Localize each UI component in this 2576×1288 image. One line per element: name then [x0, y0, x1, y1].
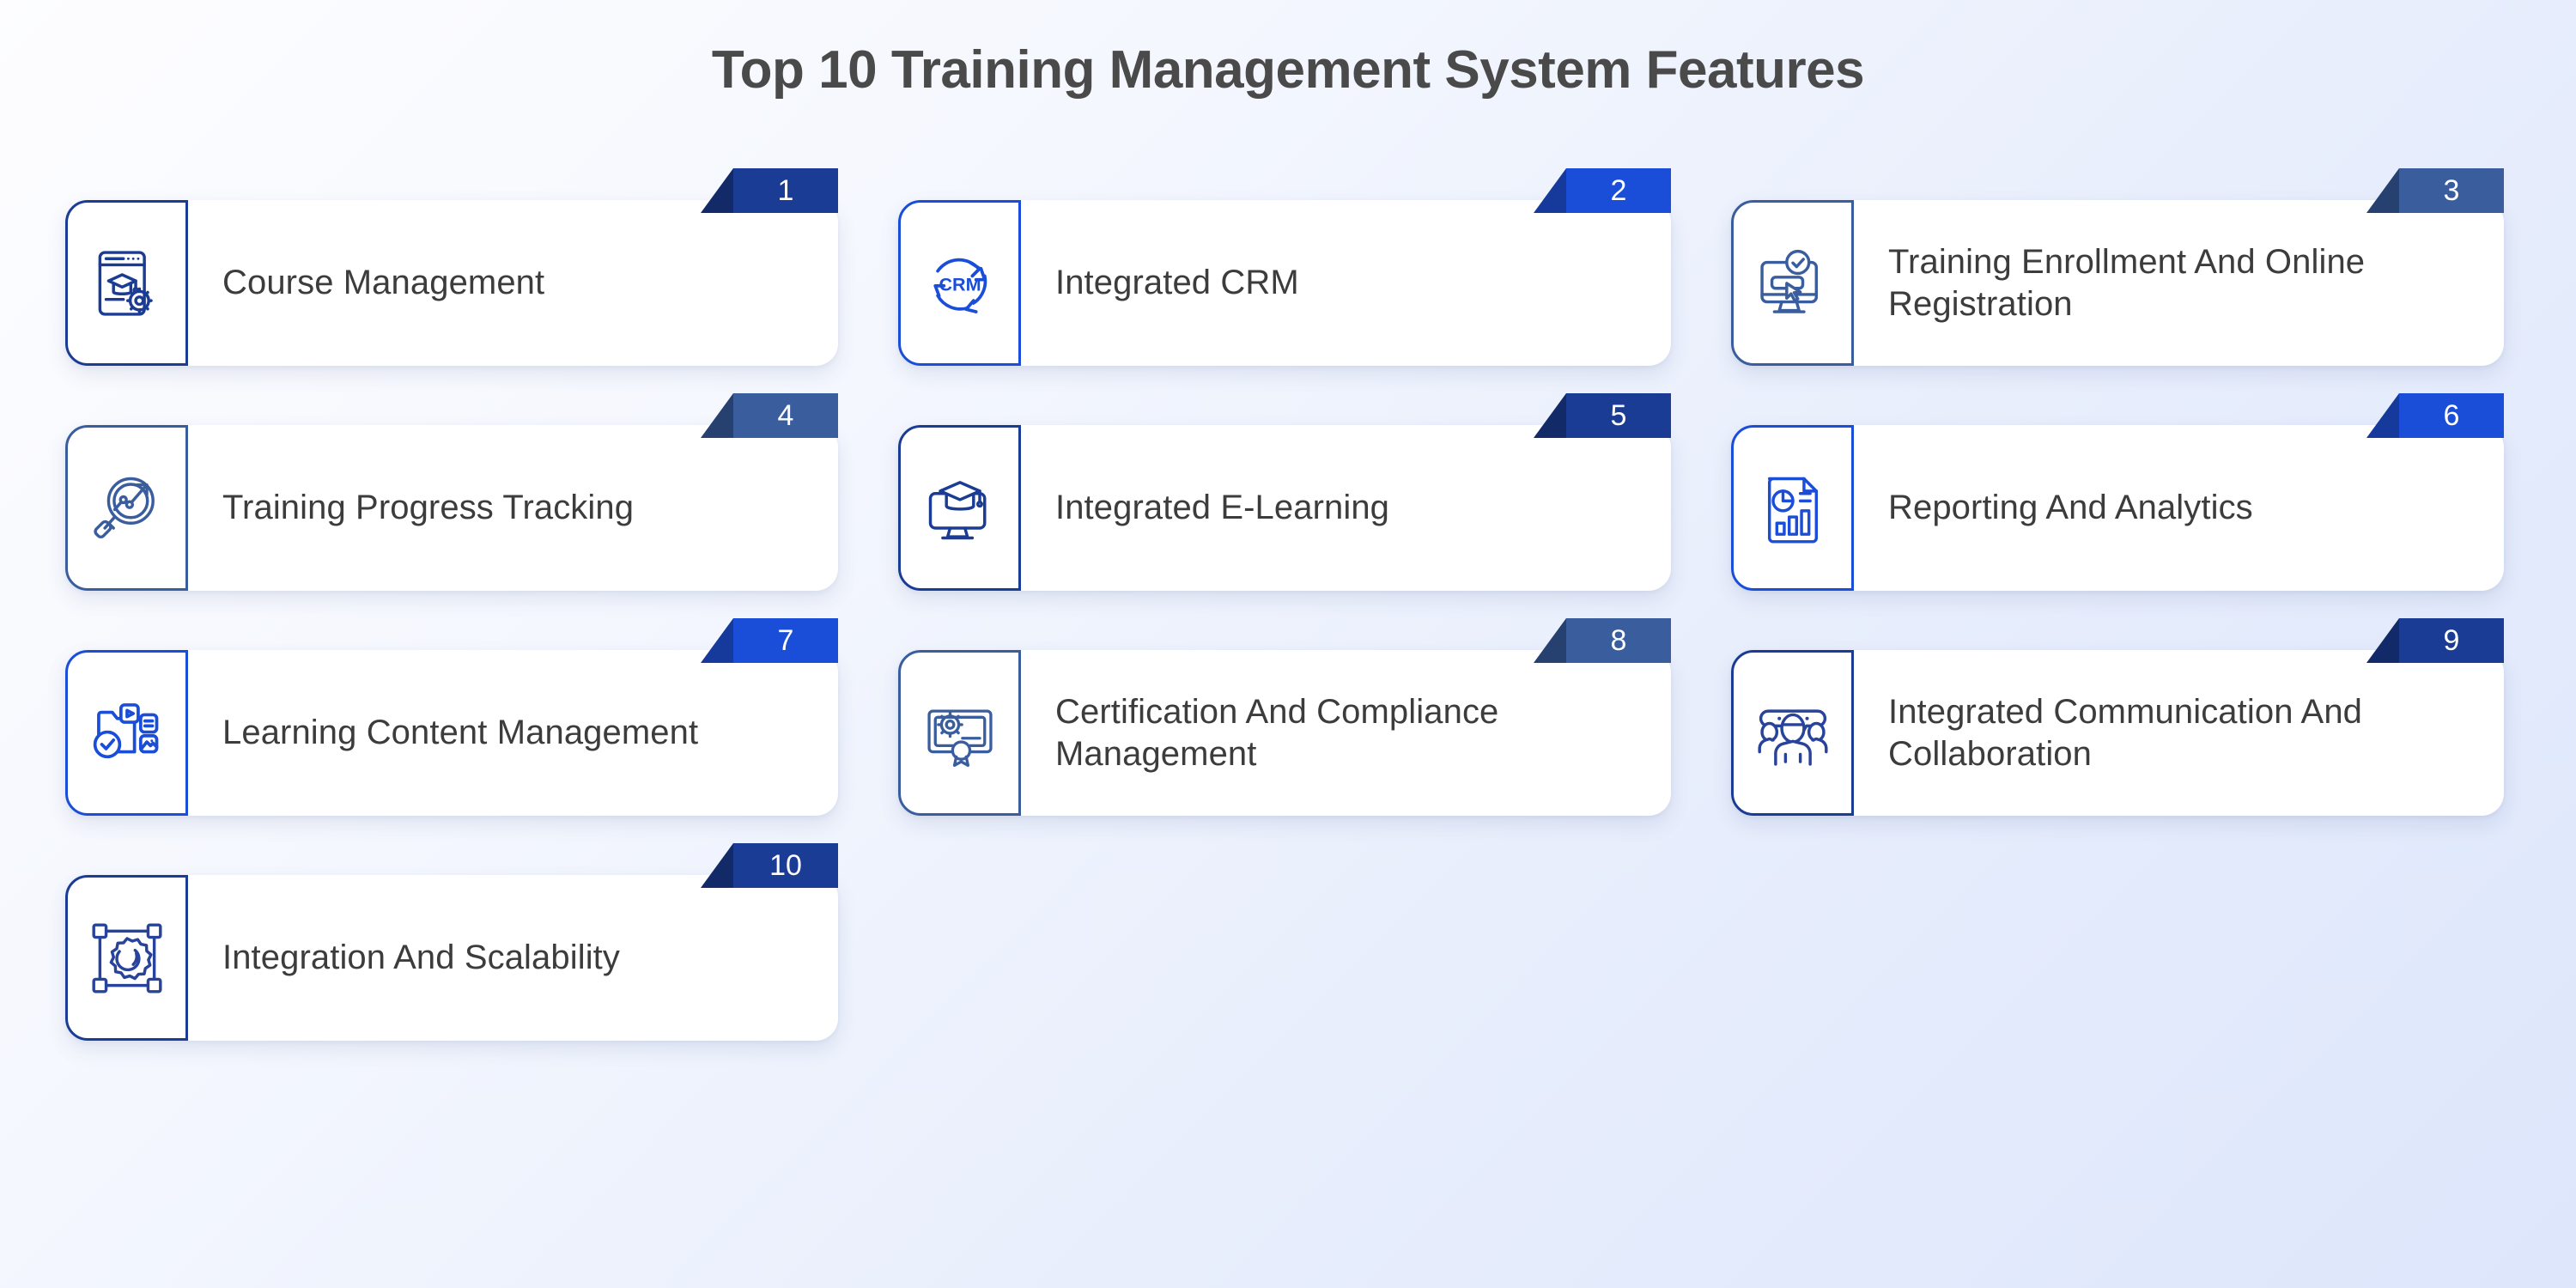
crm-cycle-icon: CRM: [898, 200, 1021, 366]
monitor-graduation-cap-icon: [898, 425, 1021, 591]
card-number: 6: [2399, 393, 2504, 438]
card-label: Integrated E-Learning: [1055, 489, 1390, 527]
svg-text:CRM: CRM: [939, 273, 981, 295]
feature-card[interactable]: 4 Training Progress Tracking: [65, 393, 872, 591]
card-label: Training Progress Tracking: [222, 489, 635, 527]
card-number-ribbon: 10: [701, 843, 838, 888]
features-grid: 1 Course Management 2 CRM Integrated CRM…: [65, 168, 2521, 1041]
folder-media-check-icon: [65, 650, 188, 816]
card-number: 10: [733, 843, 838, 888]
feature-card[interactable]: 3 Training Enrollment And Online Registr…: [1731, 168, 2538, 366]
card-number: 8: [1566, 618, 1671, 663]
feature-card[interactable]: 9 Integrated Communication And Collabora…: [1731, 618, 2538, 816]
card-number-ribbon: 5: [1534, 393, 1671, 438]
card-label: Course Management: [222, 264, 545, 302]
card-number-ribbon: 3: [2366, 168, 2504, 213]
card-label: Certification And Compliance Management: [1055, 692, 1499, 773]
card-number: 9: [2399, 618, 2504, 663]
card-number: 3: [2399, 168, 2504, 213]
monitor-check-cursor-icon: [1731, 200, 1854, 366]
card-number: 4: [733, 393, 838, 438]
page-title: Top 10 Training Management System Featur…: [711, 40, 1865, 100]
card-label: Integrated CRM: [1055, 264, 1299, 302]
card-number: 1: [733, 168, 838, 213]
feature-card[interactable]: 7 Learning Content Management: [65, 618, 872, 816]
report-chart-icon: [1731, 425, 1854, 591]
course-management-icon: [65, 200, 188, 366]
card-number-ribbon: 9: [2366, 618, 2504, 663]
feature-card[interactable]: 8 Certification And Compliance Managemen…: [898, 618, 1705, 816]
feature-card[interactable]: 5 Integrated E-Learning: [898, 393, 1705, 591]
card-label: Training Enrollment And Online Registrat…: [1888, 242, 2366, 323]
card-number-ribbon: 2: [1534, 168, 1671, 213]
card-number-ribbon: 7: [701, 618, 838, 663]
card-number: 7: [733, 618, 838, 663]
card-label: Learning Content Management: [222, 714, 699, 752]
card-number: 2: [1566, 168, 1671, 213]
ribbon-fold: [701, 168, 733, 213]
gear-bounding-box-icon: [65, 875, 188, 1041]
people-speech-bubble-icon: [1731, 650, 1854, 816]
card-label: Integrated Communication And Collaborati…: [1888, 692, 2363, 773]
feature-card[interactable]: 2 CRM Integrated CRM: [898, 168, 1705, 366]
feature-card[interactable]: 1 Course Management: [65, 168, 872, 366]
card-label: Integration And Scalability: [222, 939, 620, 977]
ribbon-fold: [701, 393, 733, 438]
ribbon-fold: [701, 618, 733, 663]
magnifier-trend-icon: [65, 425, 188, 591]
card-label: Reporting And Analytics: [1888, 489, 2253, 527]
card-number-ribbon: 1: [701, 168, 838, 213]
feature-card[interactable]: 10 Integration And Scalability: [65, 843, 872, 1041]
card-number: 5: [1566, 393, 1671, 438]
certificate-gear-icon: [898, 650, 1021, 816]
card-number-ribbon: 8: [1534, 618, 1671, 663]
card-number-ribbon: 4: [701, 393, 838, 438]
feature-card[interactable]: 6 Reporting And Analytics: [1731, 393, 2538, 591]
card-number-ribbon: 6: [2366, 393, 2504, 438]
